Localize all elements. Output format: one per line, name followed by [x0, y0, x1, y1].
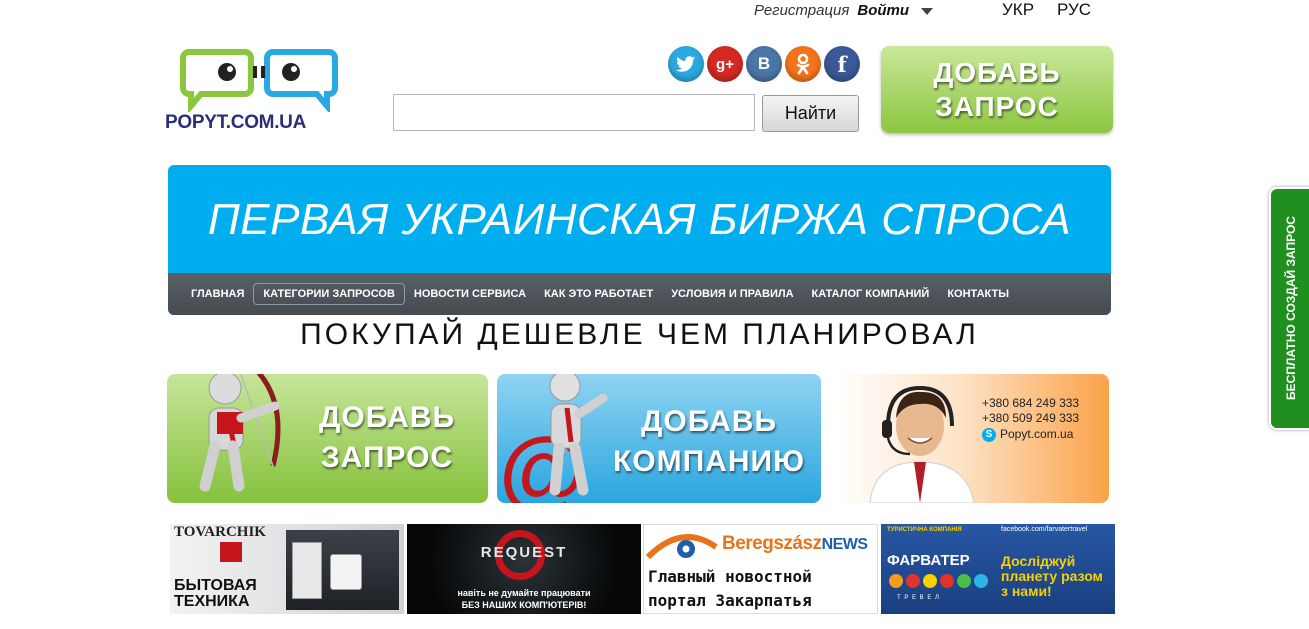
nav-request-categories[interactable]: КАТЕГОРИИ ЗАПРОСОВ	[253, 283, 405, 305]
side-create-request-tab[interactable]: БЕСПЛАТНО СОЗДАЙ ЗАПРОС	[1269, 187, 1309, 430]
ad-tovarchik-line1: БЫТОВАЯ	[174, 577, 257, 594]
skype-row: S Popyt.com.ua	[982, 427, 1079, 442]
add-request-tile[interactable]: ДОБАВЬ ЗАПРОС	[167, 374, 488, 503]
search-button[interactable]: Найти	[762, 95, 859, 132]
logo-bubbles-icon	[180, 49, 338, 115]
language-ukr[interactable]: УКР	[1002, 0, 1034, 20]
auth-links: Регистрация Войти	[754, 0, 934, 20]
side-tab-label: БЕСПЛАТНО СОЗДАЙ ЗАПРОС	[1284, 216, 1298, 400]
skype-name: Popyt.com.ua	[1000, 427, 1074, 441]
ad-farvater-line3: з нами!	[1001, 583, 1052, 599]
twitter-icon[interactable]	[668, 46, 704, 82]
ad-beregszasz-line1: Главный новостной	[648, 567, 812, 586]
ad-beregszasz-line2: портал Закарпатья	[648, 591, 812, 610]
fridge-icon	[292, 542, 322, 599]
tile-company-line2: КОМПАНИЮ	[612, 445, 806, 478]
add-request-line2: ЗАПРОС	[935, 90, 1059, 122]
facebook-icon[interactable]: f	[824, 46, 860, 82]
ad-farvater-sub: Т Р Е В Е Л	[897, 595, 940, 601]
eye-logo-icon	[646, 534, 718, 560]
site-logo[interactable]: POPYT.COM.UA	[165, 48, 355, 138]
ad-farvater[interactable]: ТУРИСТИЧНА КОМПАНІЯ facebook.com/farvate…	[881, 524, 1115, 614]
archer-figure-icon	[199, 374, 281, 492]
nav-terms[interactable]: УСЛОВИЯ И ПРАВИЛА	[662, 284, 802, 304]
ad-request-line2: БЕЗ НАШИХ КОМП'ЮТЕРІВ!	[461, 600, 587, 610]
contact-info: +380 684 249 333 +380 509 249 333 S Popy…	[982, 396, 1079, 442]
hero-banner: ПЕРВАЯ УКРАИНСКАЯ БИРЖА СПРОСА ГЛАВНАЯ К…	[168, 165, 1111, 315]
gift-icon	[220, 542, 242, 562]
login-link[interactable]: Войти	[857, 2, 909, 19]
ad-request-line1: навіть не думайте працювати	[457, 588, 591, 598]
add-request-button[interactable]: ДОБАВЬ ЗАПРОС	[881, 46, 1113, 133]
contact-banner[interactable]: +380 684 249 333 +380 509 249 333 S Popy…	[834, 374, 1109, 503]
add-company-tile[interactable]: @ ДОБАВЬ КОМПАНИЮ	[497, 374, 821, 503]
ad-beregszasz-news[interactable]: BeregszászNEWS Главный новостной портал …	[643, 524, 878, 614]
register-link[interactable]: Регистрация	[754, 2, 849, 19]
operator-avatar-icon	[869, 385, 975, 503]
ad-request-brand: REQUEST	[480, 544, 568, 561]
ad-tovarchik-line2: ТЕХНИКА	[174, 593, 250, 610]
ad-farvater-line2: планету разом	[1001, 568, 1103, 584]
ad-tovarchik-brand: TOVARCHIK	[174, 524, 266, 540]
nav-how-it-works[interactable]: КАК ЭТО РАБОТАЕТ	[535, 284, 662, 304]
nav-contacts[interactable]: КОНТАКТЫ	[938, 284, 1018, 304]
main-navigation: ГЛАВНАЯ КАТЕГОРИИ ЗАПРОСОВ НОВОСТИ СЕРВИ…	[168, 273, 1111, 315]
nav-service-news[interactable]: НОВОСТИ СЕРВИСА	[405, 284, 535, 304]
odnoklassniki-icon[interactable]	[785, 46, 821, 82]
tile-request-line1: ДОБАВЬ	[318, 401, 456, 434]
tile-company-line1: ДОБАВЬ	[640, 405, 778, 438]
nav-company-catalog[interactable]: КАТАЛОГ КОМПАНИЙ	[803, 284, 939, 304]
slogan: ПОКУПАЙ ДЕШЕВЛЕ ЧЕМ ПЛАНИРОВАЛ	[300, 318, 979, 351]
chevron-down-icon[interactable]	[921, 8, 934, 15]
logo-text: POPYT.COM.UA	[165, 112, 307, 133]
phone-2: +380 509 249 333	[982, 411, 1080, 425]
ad-tovarchik[interactable]: TOVARCHIK БЫТОВАЯ ТЕХНИКА	[170, 524, 404, 614]
ad-farvater-facebook: facebook.com/farvatertravel	[1001, 526, 1088, 533]
ad-farvater-line1: Досліджуй	[1001, 553, 1076, 569]
washer-icon	[330, 554, 362, 590]
ad-beregszasz-news: NEWS	[821, 536, 869, 553]
ad-farvater-brand: ФАРВАТЕР	[887, 552, 970, 569]
ad-farvater-globes	[889, 574, 988, 588]
tile-request-line2: ЗАПРОС	[320, 441, 454, 474]
skype-icon: S	[982, 427, 996, 442]
ad-farvater-tag: ТУРИСТИЧНА КОМПАНІЯ	[887, 527, 962, 533]
ad-beregszasz-brand: Beregszász	[722, 533, 822, 554]
search-input[interactable]	[393, 94, 755, 131]
phone-1: +380 684 249 333	[982, 396, 1080, 410]
language-rus[interactable]: РУС	[1057, 0, 1091, 20]
vkontakte-icon[interactable]: B	[746, 46, 782, 82]
ad-request[interactable]: REQUEST навіть не думайте працювати БЕЗ …	[407, 524, 641, 614]
google-plus-icon[interactable]: g+	[707, 46, 743, 82]
hero-title: ПЕРВАЯ УКРАИНСКАЯ БИРЖА СПРОСА	[207, 195, 1072, 244]
add-request-line1: ДОБАВЬ	[933, 56, 1061, 88]
nav-home[interactable]: ГЛАВНАЯ	[182, 284, 253, 304]
